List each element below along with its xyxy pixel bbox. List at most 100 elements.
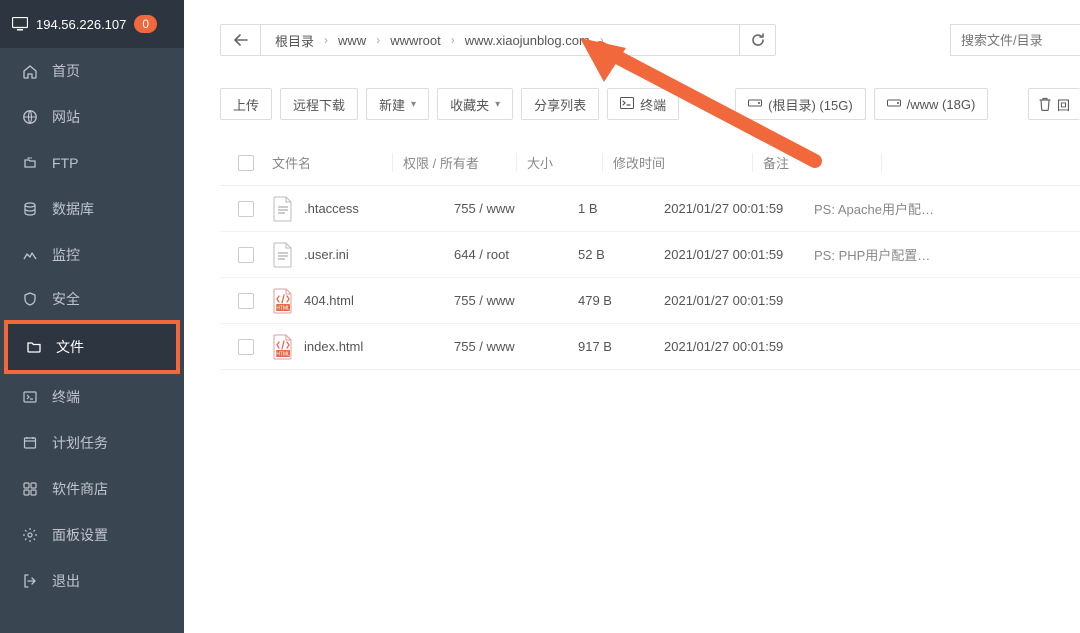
table-header: 文件名 权限 / 所有者 大小 修改时间 备注	[220, 140, 1080, 186]
table-row[interactable]: HTML 404.html 755 / www479 B2021/01/27 00:…	[220, 278, 1080, 324]
sidebar-item-label: 安全	[52, 289, 80, 309]
sidebar: 194.56.226.107 0 首页网站 FTP 数据库监控安全文件终端计划任务软…	[0, 0, 184, 633]
sidebar-item-label: 面板设置	[52, 525, 108, 545]
main-content: 根目录›www›wwwroot›www.xiaojunblog.com› 上传 …	[184, 0, 1080, 633]
home-icon	[22, 63, 38, 79]
file-note: PS: Apache用户配…	[804, 199, 934, 218]
file-size: 917 B	[568, 339, 654, 354]
sidebar-item-exit[interactable]: 退出	[0, 558, 184, 604]
file-name: 404.html	[304, 293, 354, 308]
table-row[interactable]: .htaccess755 / www1 B2021/01/27 00:01:59…	[220, 186, 1080, 232]
sidebar-item-shield[interactable]: 安全	[0, 278, 184, 320]
calendar-icon	[22, 435, 38, 451]
sidebar-item-label: 终端	[52, 387, 80, 407]
share-list-button[interactable]: 分享列表	[521, 88, 599, 120]
sidebar-item-home[interactable]: 首页	[0, 48, 184, 94]
file-size: 1 B	[568, 201, 654, 216]
sidebar-item-monitor[interactable]: 监控	[0, 232, 184, 278]
table-row[interactable]: .user.ini644 / root52 B2021/01/27 00:01:…	[220, 232, 1080, 278]
www-disk-button[interactable]: /www (18G)	[874, 88, 989, 120]
search-box	[950, 24, 1080, 56]
sidebar-item-label: 监控	[52, 245, 80, 265]
sidebar-item-calendar[interactable]: 计划任务	[0, 420, 184, 466]
file-mtime: 2021/01/27 00:01:59	[654, 201, 804, 216]
sidebar-item-label: 文件	[56, 337, 84, 357]
sidebar-item-gear[interactable]: 面板设置	[0, 512, 184, 558]
col-note[interactable]: 备注	[752, 153, 882, 172]
file-size: 52 B	[568, 247, 654, 262]
sidebar-item-globe[interactable]: 网站	[0, 94, 184, 140]
sidebar-item-label: 软件商店	[52, 479, 108, 499]
table-row[interactable]: HTMLindex.html755 / www917 B2021/01/27 0…	[220, 324, 1080, 370]
terminal-icon	[620, 97, 634, 111]
gear-icon	[22, 527, 38, 543]
sidebar-item-database[interactable]: 数据库	[0, 186, 184, 232]
file-perm: 755 / www	[444, 293, 568, 308]
new-dropdown[interactable]: 新建▾	[366, 88, 429, 120]
sidebar-item-label: 首页	[52, 61, 80, 81]
sidebar-item-label: 退出	[52, 571, 80, 591]
sidebar-item-label: 数据库	[52, 199, 94, 219]
breadcrumb-segment[interactable]: www	[328, 33, 376, 48]
trash-icon	[1039, 97, 1051, 111]
nav-list: 首页网站 FTP 数据库监控安全文件终端计划任务软件商店面板设置退出	[0, 48, 184, 604]
row-checkbox[interactable]	[238, 247, 254, 263]
file-name: index.html	[304, 339, 363, 354]
upload-button[interactable]: 上传	[220, 88, 272, 120]
select-all-checkbox[interactable]	[238, 155, 254, 171]
file-perm: 644 / root	[444, 247, 568, 262]
col-perm[interactable]: 权限 / 所有者	[392, 153, 516, 172]
globe-icon	[22, 109, 38, 125]
sidebar-active-highlight: 文件	[4, 320, 180, 374]
server-ip: 194.56.226.107	[36, 17, 126, 32]
monitor-icon	[22, 247, 38, 263]
back-button[interactable]	[221, 25, 261, 55]
file-mtime: 2021/01/27 00:01:59	[654, 293, 804, 308]
sidebar-item-ftp[interactable]: FTP	[0, 140, 184, 186]
refresh-button[interactable]	[739, 25, 775, 55]
sidebar-item-label: 计划任务	[52, 433, 108, 453]
row-checkbox[interactable]	[238, 201, 254, 217]
sidebar-item-terminal[interactable]: 终端	[0, 374, 184, 420]
breadcrumb-segment[interactable]: 根目录	[265, 31, 324, 50]
app-store-icon	[22, 481, 38, 497]
notice-badge[interactable]: 0	[134, 15, 157, 33]
file-name: .htaccess	[304, 201, 359, 216]
file-icon	[272, 242, 294, 268]
search-input[interactable]	[951, 25, 1080, 55]
sidebar-item-label: FTP	[52, 155, 78, 171]
disk-icon	[887, 97, 901, 111]
col-filename[interactable]: 文件名	[272, 153, 392, 172]
shield-icon	[22, 291, 38, 307]
breadcrumb-bar: 根目录›www›wwwroot›www.xiaojunblog.com›	[220, 24, 776, 56]
root-disk-button[interactable]: (根目录) (15G)	[735, 88, 866, 120]
svg-text:HTML: HTML	[276, 305, 290, 311]
row-checkbox[interactable]	[238, 339, 254, 355]
chevron-down-icon: ▾	[411, 99, 416, 110]
col-size[interactable]: 大小	[516, 153, 602, 172]
folder-icon	[26, 339, 42, 355]
chevron-right-icon: ›	[600, 33, 604, 47]
breadcrumb-segment[interactable]: www.xiaojunblog.com	[455, 33, 600, 48]
toolbar: 上传 远程下载 新建▾ 收藏夹▾ 分享列表 终端 (根目录) (15G) /ww…	[220, 88, 1080, 120]
file-table: 文件名 权限 / 所有者 大小 修改时间 备注 .htaccess755 / w…	[220, 140, 1080, 370]
svg-text:HTML: HTML	[276, 351, 290, 357]
exit-icon	[22, 573, 38, 589]
recycle-bin-button[interactable]: 回	[1028, 88, 1080, 120]
breadcrumb: 根目录›www›wwwroot›www.xiaojunblog.com›	[261, 25, 739, 55]
file-size: 479 B	[568, 293, 654, 308]
file-icon	[272, 196, 294, 222]
row-checkbox[interactable]	[238, 293, 254, 309]
sidebar-item-folder[interactable]: 文件	[8, 324, 176, 370]
col-mtime[interactable]: 修改时间	[602, 153, 752, 172]
file-mtime: 2021/01/27 00:01:59	[654, 247, 804, 262]
sidebar-item-app-store[interactable]: 软件商店	[0, 466, 184, 512]
favorites-dropdown[interactable]: 收藏夹▾	[437, 88, 513, 120]
remote-download-button[interactable]: 远程下载	[280, 88, 358, 120]
terminal-button[interactable]: 终端	[607, 88, 679, 120]
file-mtime: 2021/01/27 00:01:59	[654, 339, 804, 354]
ftp-icon	[22, 155, 38, 171]
server-icon	[12, 17, 28, 31]
breadcrumb-segment[interactable]: wwwroot	[380, 33, 451, 48]
chevron-down-icon: ▾	[495, 99, 500, 110]
